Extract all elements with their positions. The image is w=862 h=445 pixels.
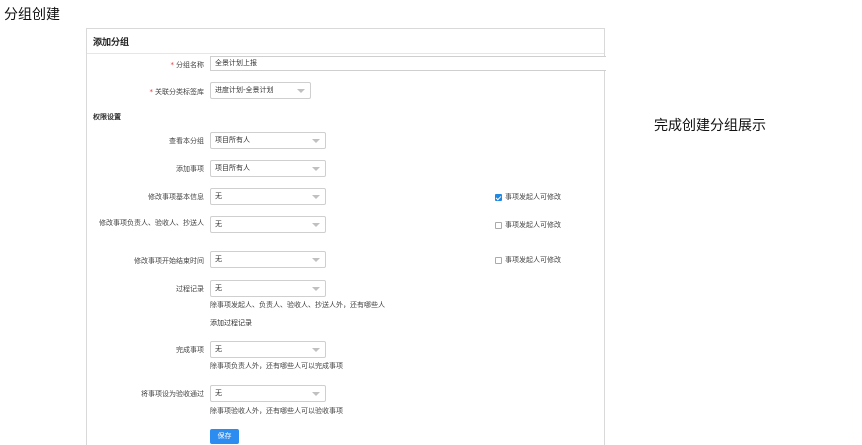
- edit-time-select[interactable]: 无: [210, 251, 326, 268]
- edit-time-label: 修改事项开始结束时间: [134, 257, 204, 265]
- chevron-down-icon: [312, 258, 320, 262]
- complete-item-hint: 除事项负责人外，还有哪些人可以完成事项: [210, 362, 343, 370]
- checkbox-checked-icon[interactable]: [495, 194, 502, 201]
- category-tag-label: * 关联分类标签库: [149, 88, 205, 96]
- chevron-down-icon: [312, 167, 320, 171]
- edit-people-label: 修改事项负责人、验收人、抄送人: [99, 219, 204, 227]
- add-item-select[interactable]: 项目所有人: [210, 160, 326, 177]
- accept-item-hint: 除事项验收人外，还有哪些人可以验收事项: [210, 407, 343, 415]
- page-heading: 分组创建: [4, 7, 60, 23]
- required-mark: *: [149, 88, 154, 96]
- chevron-down-icon: [312, 392, 320, 396]
- add-group-panel: 添加分组 * 分组名称 全景计划上报 * 关联分类标签库 进度计划-全景计划 权限设…: [86, 28, 606, 445]
- complete-item-select[interactable]: 无: [210, 341, 326, 358]
- view-group-select[interactable]: 项目所有人: [210, 132, 326, 149]
- chevron-down-icon: [312, 195, 320, 199]
- edit-basic-label: 修改事项基本信息: [148, 193, 204, 201]
- process-record-hint: 除事项发起人、负责人、验收人、抄送人外，还有哪些人: [210, 301, 385, 309]
- required-mark: *: [170, 61, 175, 69]
- edit-people-checkbox-row[interactable]: 事项发起人可修改: [495, 220, 561, 230]
- chevron-down-icon: [312, 287, 320, 291]
- accept-item-select[interactable]: 无: [210, 385, 326, 402]
- permission-section-title: 权限设置: [93, 113, 121, 121]
- chevron-down-icon: [312, 348, 320, 352]
- checkbox-icon[interactable]: [495, 257, 502, 264]
- group-name-input[interactable]: 全景计划上报: [210, 56, 606, 71]
- edit-people-select[interactable]: 无: [210, 216, 326, 233]
- save-button[interactable]: 保存: [210, 429, 239, 444]
- group-name-label: * 分组名称: [170, 61, 205, 69]
- process-record-select[interactable]: 无: [210, 280, 326, 297]
- add-item-label: 添加事项: [176, 165, 204, 173]
- accept-item-label: 将事项设为验收通过: [141, 390, 204, 398]
- chevron-down-icon: [297, 89, 305, 93]
- panel-title: 添加分组: [93, 38, 130, 48]
- edit-basic-select[interactable]: 无: [210, 188, 326, 205]
- checkbox-icon[interactable]: [495, 222, 502, 229]
- edit-time-checkbox-row[interactable]: 事项发起人可修改: [495, 255, 561, 265]
- chevron-down-icon: [312, 139, 320, 143]
- panel-header: 添加分组: [87, 29, 604, 54]
- process-record-label: 过程记录: [176, 285, 204, 293]
- edit-basic-checkbox-row[interactable]: 事项发起人可修改: [495, 192, 561, 202]
- chevron-down-icon: [312, 223, 320, 227]
- add-process-record-link[interactable]: 添加过程记录: [210, 318, 252, 328]
- category-tag-select[interactable]: 进度计划-全景计划: [210, 82, 311, 99]
- side-caption: 完成创建分组展示: [654, 118, 766, 134]
- complete-item-label: 完成事项: [176, 346, 204, 354]
- view-group-label: 查看本分组: [169, 137, 204, 145]
